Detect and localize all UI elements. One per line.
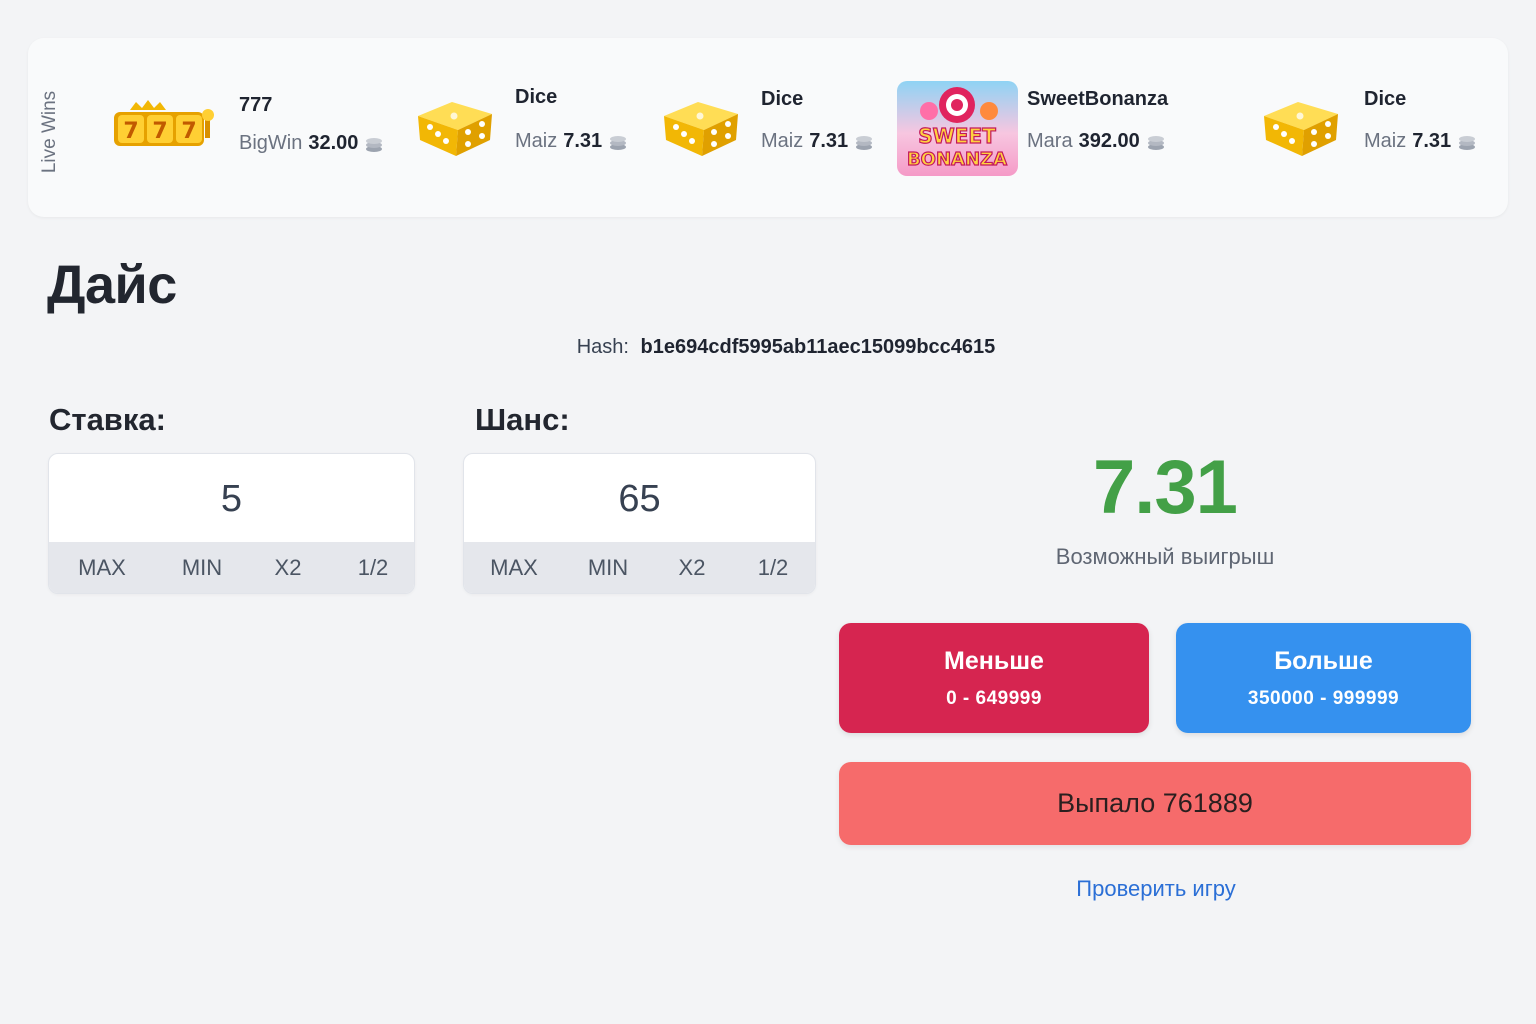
svg-text:SWEET: SWEET <box>918 124 996 148</box>
svg-text:7: 7 <box>123 119 138 144</box>
live-win-line: Maiz 7.31 <box>761 130 874 153</box>
dice-icon <box>664 102 738 156</box>
live-win-line: Maiz 7.31 <box>515 130 628 153</box>
bet-input[interactable]: 5 <box>49 454 414 544</box>
live-win-game: 777 <box>239 94 273 116</box>
slot-777-icon: 7 7 7 <box>114 100 214 146</box>
live-win-game: Dice <box>1364 88 1407 110</box>
roll-result: Выпало 761889 <box>839 762 1471 845</box>
live-win-game: Dice <box>761 88 804 110</box>
chance-field: 65 MAX MIN X2 1/2 <box>463 453 816 594</box>
coin-stack-icon <box>1459 135 1476 150</box>
svg-text:BONANZA: BONANZA <box>907 149 1007 170</box>
coin-stack-icon <box>856 135 873 150</box>
hash-label: Hash: <box>576 336 629 358</box>
live-win-item[interactable]: Dice Maiz 7.31 <box>1250 0 1500 179</box>
possible-win-value: 7.31 <box>1093 445 1238 530</box>
bet-quick-actions: MAX MIN X2 1/2 <box>49 542 414 593</box>
live-win-line: BigWin 32.00 <box>239 132 384 155</box>
sweet-bonanza-icon: SWEET BONANZA <box>897 81 1018 176</box>
chance-x2-button[interactable]: X2 <box>679 555 706 581</box>
live-win-game: SweetBonanza <box>1027 88 1169 110</box>
bet-half-button[interactable]: 1/2 <box>358 555 389 581</box>
live-win-amount: 32.00 <box>308 132 359 154</box>
chance-input[interactable]: 65 <box>464 454 815 544</box>
verify-game-link[interactable]: Проверить игру <box>1000 876 1312 902</box>
bet-max-button[interactable]: MAX <box>78 555 126 581</box>
more-button-label: Больше <box>1274 646 1373 675</box>
coin-stack-icon <box>1147 135 1164 150</box>
chance-label: Шанс: <box>475 402 570 437</box>
live-win-player: Mara <box>1027 130 1073 152</box>
bet-field: 5 MAX MIN X2 1/2 <box>48 453 415 594</box>
more-button-range: 350000 - 999999 <box>1247 687 1400 709</box>
bet-min-button[interactable]: MIN <box>182 555 222 581</box>
bet-more-button[interactable]: Больше 350000 - 999999 <box>1176 623 1471 733</box>
bet-label: Ставка: <box>49 402 166 437</box>
live-win-player: BigWin <box>239 132 303 154</box>
possible-win-label: Возможный выигрыш <box>1055 544 1275 569</box>
live-win-amount: 392.00 <box>1078 130 1140 152</box>
hash-value: b1e694cdf5995ab11aec15099bcc4615 <box>640 336 996 358</box>
live-win-item[interactable]: Dice Maiz 7.31 <box>640 0 890 179</box>
game-hash: Hash: b1e694cdf5995ab11aec15099bcc4615 <box>0 336 1536 359</box>
svg-text:7: 7 <box>181 119 196 144</box>
chance-max-button[interactable]: MAX <box>490 555 538 581</box>
chance-min-button[interactable]: MIN <box>588 555 628 581</box>
page-title: Дайс <box>47 255 177 315</box>
live-win-amount: 7.31 <box>809 130 849 152</box>
live-win-player: Maiz <box>515 130 558 152</box>
dice-icon <box>418 102 492 156</box>
coin-stack-icon <box>610 135 627 150</box>
live-win-game: Dice <box>515 86 558 108</box>
chance-quick-actions: MAX MIN X2 1/2 <box>464 542 815 593</box>
live-win-item[interactable]: Dice Maiz 7.31 <box>400 0 640 179</box>
live-win-item[interactable]: 7 7 7 777 BigWin 32.00 <box>0 0 400 179</box>
live-win-item[interactable]: SWEET BONANZA SweetBonanza Mara 392.00 <box>890 0 1250 179</box>
chance-half-button[interactable]: 1/2 <box>758 555 789 581</box>
bet-less-button[interactable]: Меньше 0 - 649999 <box>839 623 1149 733</box>
live-win-line: Mara 392.00 <box>1027 130 1166 153</box>
less-button-range: 0 - 649999 <box>946 687 1042 709</box>
live-win-amount: 7.31 <box>563 130 603 152</box>
dice-icon <box>1264 102 1338 156</box>
live-win-player: Maiz <box>761 130 804 152</box>
live-win-line: Maiz 7.31 <box>1364 130 1477 153</box>
svg-text:7: 7 <box>152 119 167 144</box>
less-button-label: Меньше <box>944 646 1044 675</box>
bet-x2-button[interactable]: X2 <box>275 555 302 581</box>
live-win-player: Maiz <box>1364 130 1407 152</box>
coin-stack-icon <box>366 137 383 152</box>
live-win-amount: 7.31 <box>1412 130 1452 152</box>
